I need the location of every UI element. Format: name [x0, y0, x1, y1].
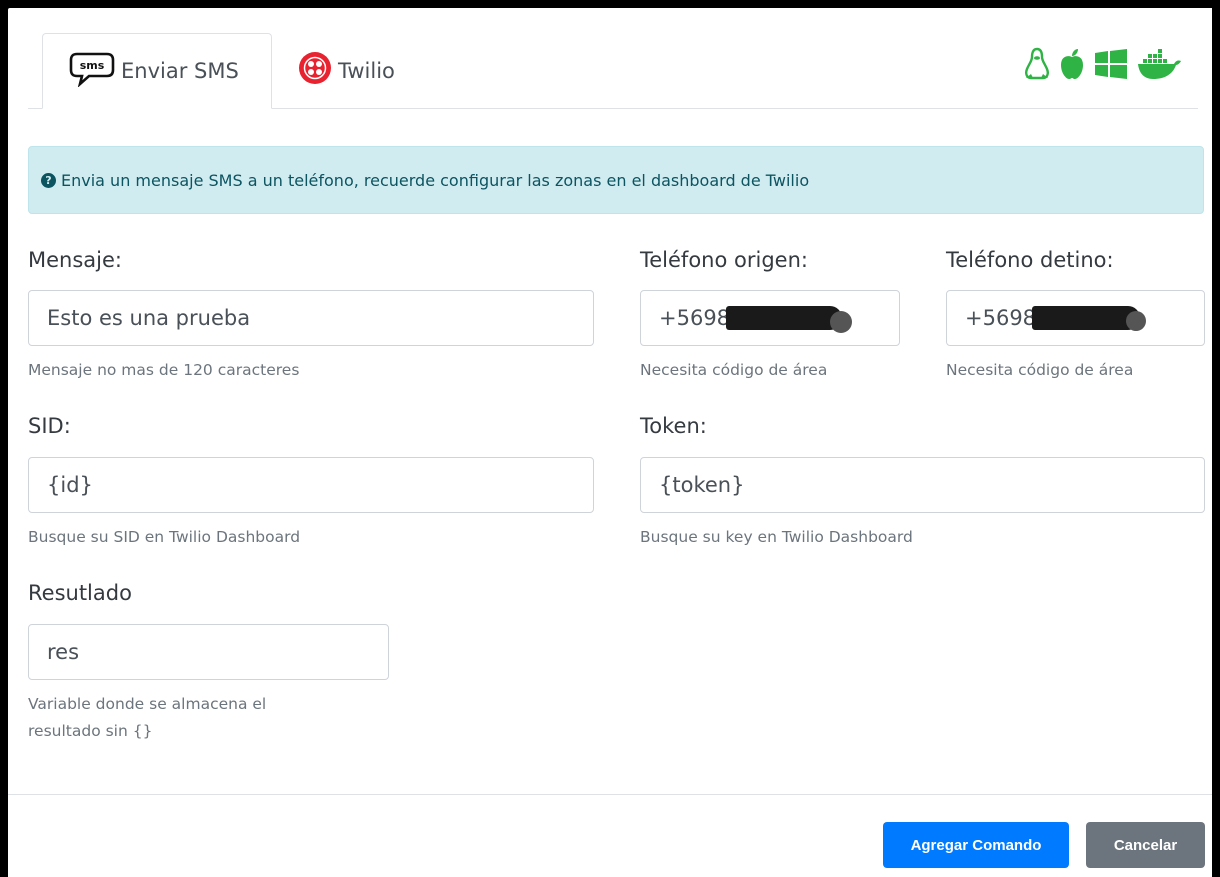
- telefono-origen-help: Necesita código de área: [640, 361, 828, 379]
- telefono-origen-label: Teléfono origen:: [640, 248, 808, 272]
- sid-help: Busque su SID en Twilio Dashboard: [28, 528, 301, 546]
- tab-label: Twilio: [338, 58, 395, 83]
- sms-bubble-icon: sms: [69, 51, 115, 92]
- question-circle-icon: ?: [41, 172, 56, 188]
- mensaje-value: Esto es una prueba: [47, 306, 251, 330]
- sid-value: {id}: [47, 473, 93, 497]
- alert-text: Envia un mensaje SMS a un teléfono, recu…: [61, 170, 810, 190]
- footer-divider: [8, 794, 1212, 795]
- telefono-destino-value: +5698: [965, 306, 1037, 330]
- tab-bar: sms Enviar SMS Twilio: [28, 33, 1198, 109]
- redaction-mark: [830, 311, 852, 333]
- token-input[interactable]: {token}: [640, 457, 1205, 513]
- docker-icon: [1136, 48, 1182, 84]
- mensaje-help: Mensaje no mas de 120 caracteres: [28, 361, 300, 379]
- os-support-icons: [1024, 47, 1182, 85]
- tab-enviar-sms[interactable]: sms Enviar SMS: [42, 33, 272, 109]
- apple-icon: [1058, 48, 1086, 84]
- redaction-mark: [1126, 311, 1146, 331]
- resultado-help-line1: Variable donde se almacena el: [28, 695, 267, 713]
- redaction-mark: [1032, 306, 1140, 330]
- token-value: {token}: [659, 473, 745, 497]
- telefono-destino-help: Necesita código de área: [946, 361, 1134, 379]
- resultado-input[interactable]: res: [28, 624, 389, 680]
- cancel-button[interactable]: Cancelar: [1086, 822, 1205, 868]
- windows-icon: [1094, 49, 1128, 83]
- tab-twilio[interactable]: Twilio: [298, 33, 395, 108]
- linux-icon: [1024, 47, 1050, 85]
- resultado-help-line2: resultado sin {}: [28, 722, 153, 740]
- telefono-origen-value: +5698: [659, 306, 731, 330]
- telefono-destino-label: Teléfono detino:: [946, 248, 1114, 272]
- token-label: Token:: [640, 414, 707, 438]
- svg-text:sms: sms: [80, 59, 105, 72]
- mensaje-label: Mensaje:: [28, 248, 122, 272]
- mensaje-input[interactable]: Esto es una prueba: [28, 290, 594, 346]
- resultado-value: res: [47, 640, 80, 664]
- redaction-mark: [726, 306, 842, 330]
- sid-input[interactable]: {id}: [28, 457, 594, 513]
- command-dialog: sms Enviar SMS Twilio ? Envia un mensaje…: [8, 8, 1212, 877]
- twilio-logo-icon: [298, 51, 332, 90]
- token-help: Busque su key en Twilio Dashboard: [640, 528, 913, 546]
- tab-label: Enviar SMS: [121, 59, 239, 83]
- info-alert: ? Envia un mensaje SMS a un teléfono, re…: [28, 146, 1204, 214]
- sid-label: SID:: [28, 414, 71, 438]
- resultado-label: Resutlado: [28, 581, 132, 605]
- agregar-comando-button[interactable]: Agregar Comando: [883, 822, 1069, 868]
